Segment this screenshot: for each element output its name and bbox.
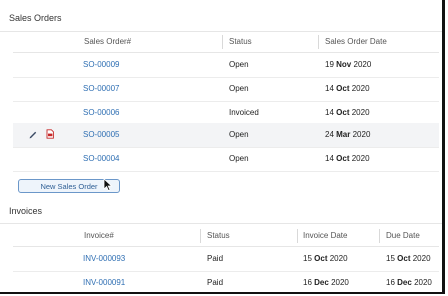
invoices-title: Invoices: [9, 206, 43, 216]
related-lists-panel: Sales Orders Sales Order# Status Sales O…: [0, 0, 445, 294]
column-separator: [318, 35, 319, 49]
due-date: 15 Oct 2020: [386, 254, 431, 263]
mouse-pointer-icon: [103, 178, 113, 192]
sales-orders-title: Sales Orders: [9, 13, 62, 23]
col-status: Status: [207, 231, 230, 240]
order-date: 14 Oct 2020: [325, 108, 370, 117]
status-text: Paid: [207, 278, 224, 287]
col-invoice-number: Invoice#: [84, 231, 114, 240]
column-separator: [379, 229, 380, 243]
invoice-date: 16 Dec 2020: [303, 278, 349, 287]
table-row[interactable]: INV-000093 Paid 15 Oct 2020 15 Oct 2020: [13, 247, 439, 272]
invoice-date: 15 Oct 2020: [303, 254, 348, 263]
status-text: Open: [229, 84, 249, 93]
table-row[interactable]: INV-000091 Paid 16 Dec 2020 16 Dec 2020: [13, 271, 439, 295]
order-date: 14 Oct 2020: [325, 154, 370, 163]
table-row[interactable]: SO-00004 Open 14 Oct 2020: [13, 147, 439, 172]
divider: [0, 223, 442, 224]
status-text: Open: [229, 60, 249, 69]
invoice-link[interactable]: INV-000091: [83, 271, 125, 295]
order-date: 14 Oct 2020: [325, 84, 370, 93]
order-date: 19 Nov 2020: [325, 60, 372, 69]
status-text: Invoiced: [229, 108, 259, 117]
col-status: Status: [229, 37, 252, 46]
pencil-icon[interactable]: [28, 129, 38, 139]
column-separator: [222, 35, 223, 49]
col-sales-order-number: Sales Order#: [84, 37, 132, 46]
pdf-icon[interactable]: [45, 129, 55, 139]
col-due-date: Due Date: [386, 231, 420, 240]
status-text: Open: [229, 154, 249, 163]
table-row[interactable]: SO-00009 Open 19 Nov 2020: [13, 53, 439, 78]
column-separator: [297, 229, 298, 243]
divider: [0, 31, 442, 32]
table-row-hovered[interactable]: SO-00005 Open 24 Mar 2020: [13, 123, 439, 148]
status-text: Open: [229, 130, 249, 139]
sales-order-link[interactable]: SO-00004: [83, 147, 119, 171]
due-date: 16 Dec 2020: [386, 278, 432, 287]
column-separator: [200, 229, 201, 243]
table-row[interactable]: SO-00007 Open 14 Oct 2020: [13, 77, 439, 102]
status-text: Paid: [207, 254, 224, 263]
col-sales-order-date: Sales Order Date: [325, 37, 387, 46]
col-invoice-date: Invoice Date: [303, 231, 348, 240]
sales-order-link[interactable]: SO-00005: [83, 123, 119, 147]
invoice-link[interactable]: INV-000093: [83, 247, 125, 271]
sales-order-link[interactable]: SO-00007: [83, 77, 119, 101]
sales-order-link[interactable]: SO-00006: [83, 101, 119, 125]
order-date: 24 Mar 2020: [325, 130, 371, 139]
sales-order-link[interactable]: SO-00009: [83, 53, 119, 77]
